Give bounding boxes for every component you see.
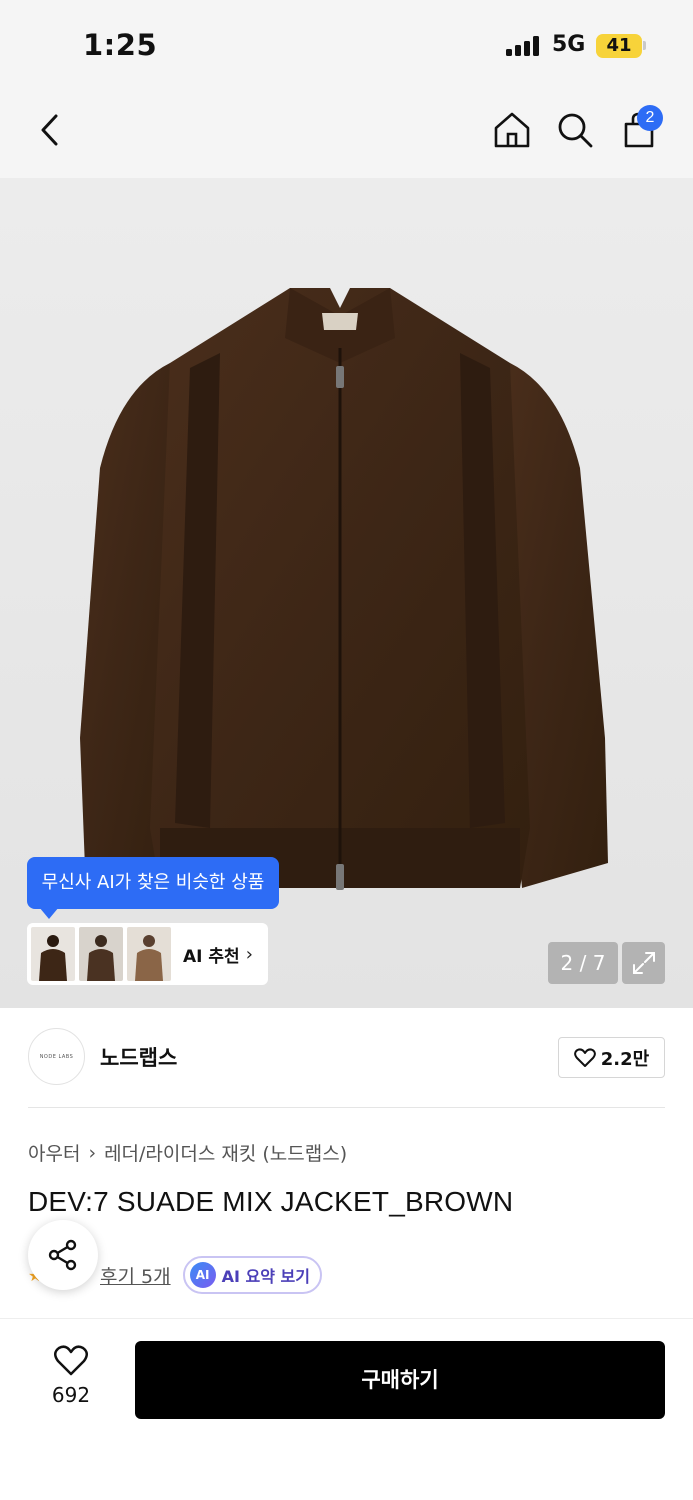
expand-button[interactable] (622, 942, 665, 984)
bottom-purchase-bar: 692 구매하기 (0, 1318, 693, 1500)
signal-icon (506, 36, 542, 56)
brand-like-count: 2.2만 (600, 1048, 650, 1070)
review-link[interactable]: 후기 5개 (100, 1262, 171, 1289)
ai-summary-label: AI 요약 보기 (221, 1267, 310, 1286)
brand-name[interactable]: 노드랩스 (100, 1042, 177, 1072)
brand-like-button[interactable]: 2.2만 (558, 1037, 665, 1078)
cart-badge: 2 (637, 105, 663, 131)
heart-icon (54, 1345, 88, 1376)
brand-row[interactable]: NODE LABS 노드랩스 2.2만 (28, 1028, 665, 1086)
home-icon (494, 112, 530, 148)
top-navigation: 2 (0, 90, 693, 178)
search-icon (558, 113, 593, 148)
product-title: DEV:7 SUADE MIX JACKET_BROWN (28, 1186, 514, 1217)
search-button[interactable] (553, 108, 597, 152)
recommend-thumbnail[interactable] (79, 927, 123, 981)
ai-summary-button[interactable]: AI AI 요약 보기 (182, 1256, 322, 1294)
wishlist-count: 692 (51, 1383, 91, 1407)
breadcrumb: 아우터 › 레더/라이더스 재킷 (노드랩스) (28, 1139, 347, 1166)
buy-button[interactable]: 구매하기 (135, 1341, 665, 1419)
ai-similar-tooltip: 무신사 AI가 찾은 비슷한 상품 (27, 857, 279, 919)
battery-tip (643, 41, 646, 50)
divider (28, 1107, 665, 1108)
recommend-thumbnail[interactable] (127, 927, 171, 981)
status-time: 1:25 (83, 28, 158, 62)
heart-icon (573, 1047, 596, 1067)
ai-badge-icon: AI (189, 1262, 216, 1288)
home-button[interactable] (490, 108, 534, 152)
share-button[interactable] (28, 1220, 98, 1290)
product-image (80, 288, 608, 890)
share-icon (48, 1239, 77, 1271)
breadcrumb-item[interactable]: 아우터 (28, 1139, 80, 1166)
chevron-right-icon: › (245, 943, 253, 965)
status-bar: 1:25 5G 41 (0, 0, 693, 90)
breadcrumb-item[interactable]: 레더/라이더스 재킷 (노드랩스) (104, 1139, 347, 1166)
brand-logo[interactable]: NODE LABS (28, 1028, 85, 1085)
recommend-thumbnail[interactable] (31, 927, 75, 981)
expand-icon (632, 952, 655, 974)
back-button[interactable] (28, 108, 72, 152)
battery-icon: 41 (596, 34, 642, 58)
chevron-right-icon: › (88, 1141, 97, 1164)
chevron-left-icon (41, 114, 58, 146)
image-counter: 2 / 7 (548, 942, 618, 984)
network-label: 5G (552, 32, 586, 57)
wishlist-button[interactable]: 692 (36, 1345, 106, 1407)
ai-recommend-label: AI 추천 (183, 946, 240, 967)
ai-recommend-strip[interactable]: AI 추천 › (27, 923, 268, 985)
product-image-gallery[interactable]: 무신사 AI가 찾은 비슷한 상품 AI 추천 › 2 / 7 (0, 178, 693, 1008)
